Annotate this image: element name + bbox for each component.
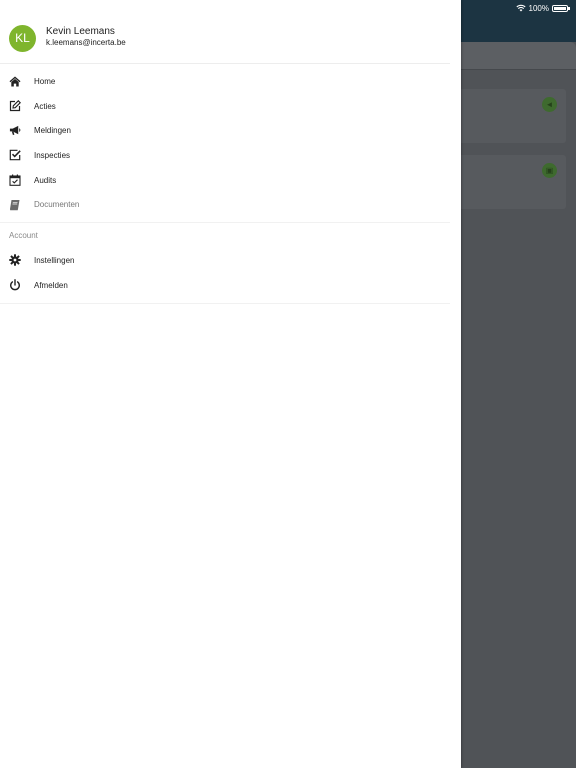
menu-item-instellingen[interactable]: Instellingen [0, 248, 450, 273]
menu-item-label: Home [34, 76, 56, 86]
status-bar: 100% [515, 2, 570, 14]
megaphone-icon: ◄ [542, 97, 557, 112]
menu-item-meldingen[interactable]: Meldingen [0, 118, 450, 143]
profile-email: k.leemans@incerta.be [46, 38, 126, 47]
gear-icon [9, 254, 21, 267]
book-icon [9, 199, 21, 211]
menu-item-label: Inspecties [34, 150, 71, 160]
menu-item-label: Meldingen [34, 126, 71, 136]
edit-icon [9, 100, 21, 112]
profile-header: KL Kevin Leemans k.leemans@incerta.be [0, 0, 450, 64]
battery-percentage: 100% [528, 3, 549, 13]
calendar-icon: ▣ [542, 163, 557, 178]
megaphone-icon [9, 125, 21, 137]
menu-item-label: Afmelden [34, 280, 68, 290]
menu-item-label: Audits [34, 175, 57, 185]
menu-item-acties[interactable]: Acties [0, 94, 450, 119]
navigation-drawer: KL Kevin Leemans k.leemans@incerta.be Ho… [0, 0, 461, 768]
avatar: KL [9, 25, 36, 52]
menu-item-audits[interactable]: Audits [0, 168, 450, 193]
menu-item-afmelden[interactable]: Afmelden [0, 273, 450, 298]
menu-item-inspecties[interactable]: Inspecties [0, 143, 450, 168]
menu-item-home[interactable]: Home [0, 69, 450, 94]
profile-name: Kevin Leemans [46, 26, 115, 37]
menu-item-documenten[interactable]: Documenten [0, 192, 450, 217]
power-icon [9, 279, 21, 291]
account-menu: Instellingen Afmelden [0, 248, 450, 304]
menu-item-label: Instellingen [34, 255, 75, 265]
main-menu: Home Acties Meldingen Inspecties Audits … [0, 69, 450, 224]
screen: ◄ ▣ 100% KL Kevin Leemans k.leemans@ince… [0, 0, 576, 768]
home-icon [9, 75, 21, 87]
menu-item-label: Acties [34, 101, 56, 111]
menu-item-label: Documenten [34, 200, 80, 210]
checkbox-icon [9, 149, 21, 161]
wifi-icon [515, 4, 526, 12]
battery-icon [552, 4, 570, 12]
account-section-header: Account [9, 231, 38, 241]
calendar-check-icon [9, 174, 21, 186]
